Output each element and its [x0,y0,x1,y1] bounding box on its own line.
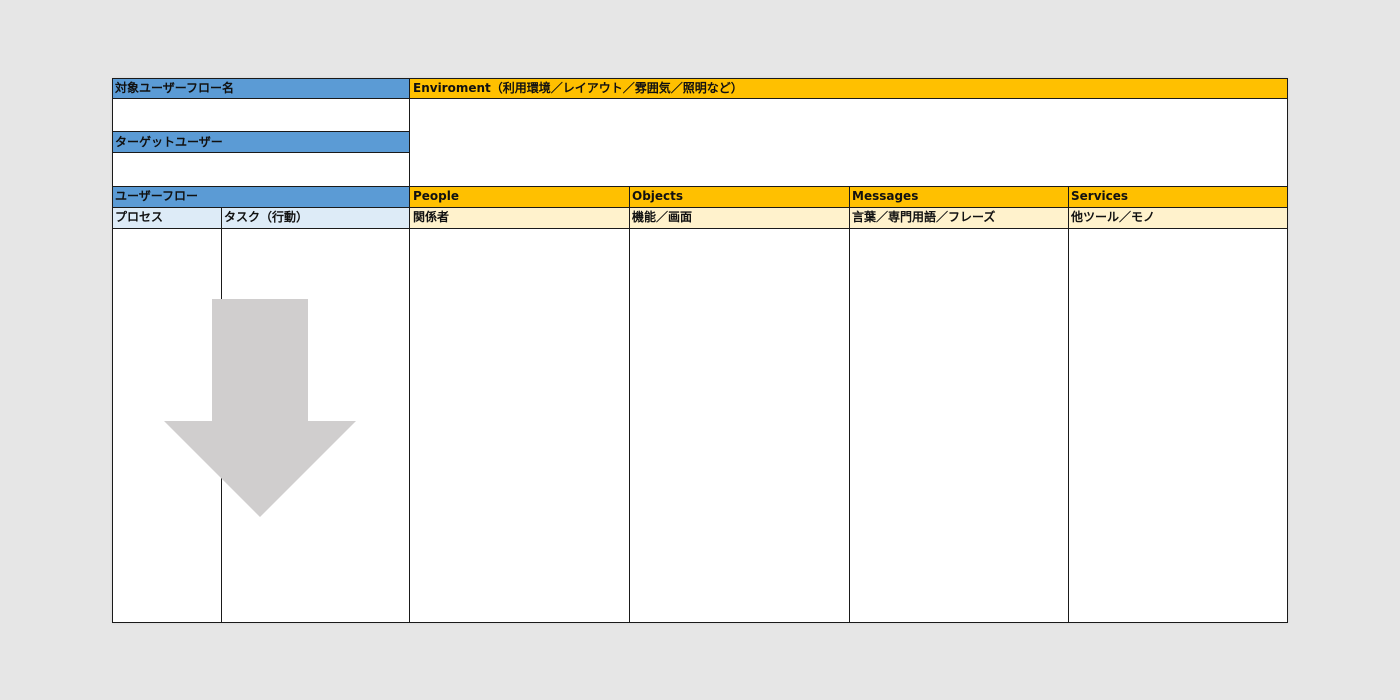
grid-line [409,186,410,228]
grid-line [112,186,113,228]
process-label: プロセス [112,207,221,228]
environment-label-border [409,78,1288,99]
services-header: Services [1068,186,1288,207]
messages-header: Messages [849,186,1068,207]
messages-subheader: 言葉／専門用語／フレーズ [849,207,1068,228]
grid-line [629,186,630,228]
user-flow-label: ユーザーフロー [112,186,410,207]
grid-line [112,207,1288,208]
grid-line [849,186,850,228]
grid-line [221,207,222,228]
services-column-body[interactable] [1068,228,1288,623]
grid-line [112,186,1288,187]
messages-column-body[interactable] [849,228,1069,623]
objects-header: Objects [629,186,849,207]
people-subheader: 関係者 [410,207,629,228]
grid-line [112,228,1288,229]
down-arrow-icon [164,299,356,517]
worksheet: 対象ユーザーフロー名 ターゲットユーザー Enviroment（利用環境／レイア… [112,78,1288,623]
target-user-input[interactable] [112,152,410,187]
services-subheader: 他ツール／モノ [1068,207,1288,228]
objects-subheader: 機能／画面 [629,207,849,228]
people-column-body[interactable] [409,228,630,623]
target-flow-label-border [112,78,410,99]
people-header: People [410,186,629,207]
task-label: タスク（行動） [221,207,410,228]
environment-input[interactable] [409,98,1288,187]
target-user-label-border [112,131,410,153]
target-flow-input[interactable] [112,98,410,132]
grid-line [1068,186,1069,228]
grid-line [1287,186,1288,228]
objects-column-body[interactable] [629,228,850,623]
